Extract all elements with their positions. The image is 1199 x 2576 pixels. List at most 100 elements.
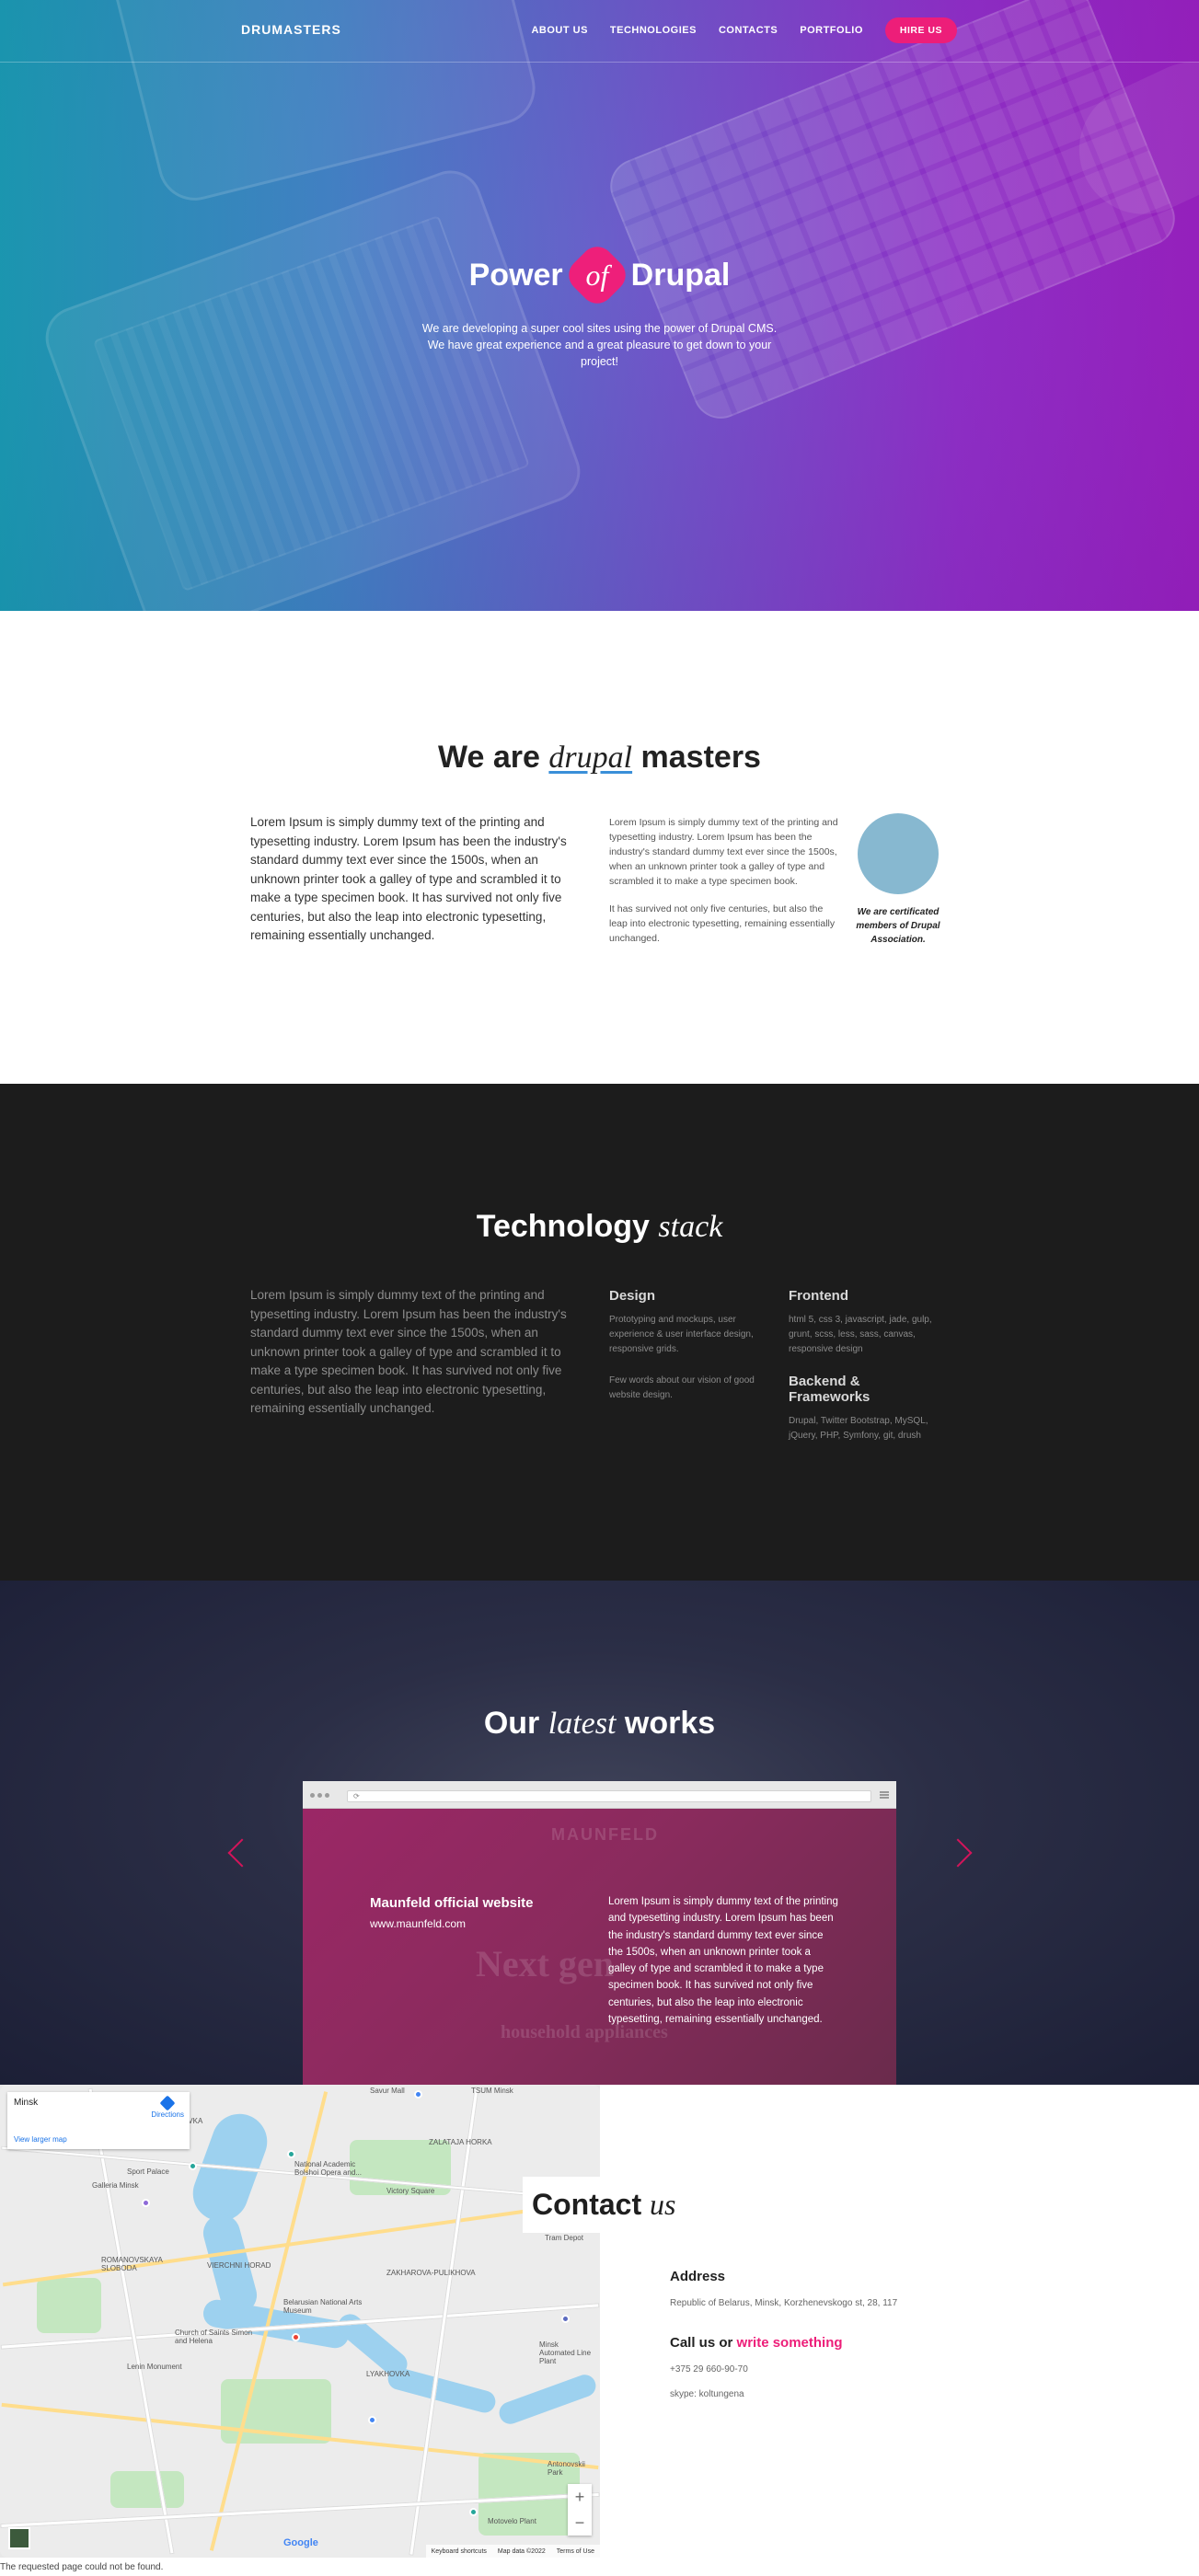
about-title-em: drupal [548,741,633,775]
works-title-em: latest [548,1707,617,1741]
about-paragraph-2: It has survived not only five centuries,… [609,903,836,944]
about-section: We are drupal masters Lorem Ipsum is sim… [0,611,1199,1084]
carousel-prev-icon[interactable] [227,1838,257,1868]
frontend-heading: Frontend [789,1288,848,1304]
map-pin-icon[interactable] [142,2199,150,2207]
nav-contacts[interactable]: CONTACTS [719,25,778,36]
phone-number[interactable]: +375 29 660-90-70 [670,2364,748,2375]
hero-title-of: of [585,258,609,292]
map-label: ZAKHAROVA-PULIKHOVA [386,2269,476,2277]
project-name: Maunfeld official website [370,1895,534,1911]
hero-subtitle: We are developing a super cool sites usi… [421,322,778,368]
about-paragraph-1: Lorem Ipsum is simply dummy text of the … [609,817,838,887]
map-label: Church of Saints Simon and Helena [175,2329,253,2345]
about-title-post: masters [640,740,761,775]
about-lead-text: Lorem Ipsum is simply dummy text of the … [250,815,567,942]
map-label: Galleria Minsk [92,2181,139,2190]
google-logo: Google [283,2537,318,2548]
nav-about-us[interactable]: ABOUT US [531,25,587,36]
hire-us-button[interactable]: HIRE US [884,17,957,43]
map-label: National Academic Bolshoi Opera and... [294,2160,362,2177]
call-heading-pre: Call us or [670,2335,733,2351]
map-label: ZALATAJA HORKA [429,2138,492,2146]
directions-icon [159,2095,176,2111]
map-satellite-toggle[interactable] [8,2527,30,2549]
google-map[interactable]: STOROZHEVKA Sport Palace Galleria Minsk … [0,2085,600,2558]
map-label: Minsk Automated Line Plant [539,2340,592,2365]
browser-menu-icon [880,1791,889,1793]
map-data-text: Map data ©2022 [497,2547,546,2555]
drupal-association-badge [858,813,939,894]
certification-caption: We are certificated members of Drupal As… [856,907,940,945]
browser-toolbar: ⟳ [303,1781,896,1809]
screenshot-heading: Next gen [476,1943,614,1984]
reload-icon: ⟳ [353,1792,360,1800]
site-logo[interactable]: DRUMASTERS [241,22,341,37]
terms-link[interactable]: Terms of Use [557,2548,594,2555]
tech-lead-text: Lorem Ipsum is simply dummy text of the … [250,1288,567,1415]
about-details: Lorem Ipsum is simply dummy text of the … [609,815,839,959]
browser-address-bar: ⟳ [347,1790,871,1802]
hero-title-drupal: Drupal [630,257,731,293]
map-pin-icon[interactable] [414,2090,422,2099]
design-heading: Design [609,1288,656,1304]
zoom-in-icon[interactable]: + [568,2484,592,2510]
map-place-name: Minsk [14,2098,39,2108]
contact-title-pre: Contact [532,2188,642,2221]
call-heading: Call us or write something [670,2335,843,2351]
map-pin-icon[interactable] [189,2162,197,2170]
works-title-post: works [624,1706,716,1741]
skype-contact[interactable]: skype: koltungena [670,2389,744,2399]
contact-section: STOROZHEVKA Sport Palace Galleria Minsk … [0,2085,1199,2576]
map-pin-icon[interactable] [287,2150,295,2158]
directions-label: Directions [151,2110,184,2119]
map-label: Lenin Monument [127,2363,182,2371]
of-badge: of [561,239,632,311]
hero-section: DRUMASTERS ABOUT US TECHNOLOGIES CONTACT… [0,0,1199,611]
map-pin-icon[interactable] [469,2508,478,2516]
design-text-1: Prototyping and mockups, user experience… [609,1315,754,1354]
map-label: Antonovskii Park [548,2460,585,2477]
nav-portfolio[interactable]: PORTFOLIO [800,25,863,36]
write-something-link[interactable]: write something [737,2335,843,2351]
map-attribution: Keyboard shortcuts Map data ©2022 Terms … [425,2545,600,2558]
project-browser-mockup: ⟳ MAUNFELD Next gen household appliances… [303,1781,896,2085]
map-label: Savur Mall [370,2087,405,2095]
works-section: Our latest works ⟳ MAUNFELD Next gen hou… [0,1581,1199,2085]
map-pin-icon[interactable] [368,2416,376,2424]
works-title: Our latest works [0,1706,1199,1742]
window-dots-icon [310,1793,329,1798]
directions-button[interactable]: Directions [151,2095,184,2119]
map-label: LYAKHOVKA [366,2370,410,2378]
top-navigation: DRUMASTERS ABOUT US TECHNOLOGIES CONTACT… [0,0,1199,63]
project-url[interactable]: www.maunfeld.com [370,1917,466,1930]
hero-title: Power of Drupal [0,239,1199,311]
tech-title-em: stack [658,1210,723,1244]
contact-title: Contact us [523,2177,685,2233]
about-title: We are drupal masters [0,740,1199,776]
tech-title-pre: Technology [476,1209,650,1244]
main-menu: ABOUT US TECHNOLOGIES CONTACTS PORTFOLIO… [509,17,957,43]
map-label: Victory Square [386,2187,435,2195]
map-label: TSUM Minsk [471,2087,513,2095]
view-larger-map-link[interactable]: View larger map [14,2135,67,2144]
keyboard-shortcuts-link[interactable]: Keyboard shortcuts [432,2548,487,2555]
map-pin-icon[interactable] [292,2333,300,2341]
map-pin-icon[interactable] [561,2315,570,2323]
map-label: Motovelo Plant [488,2517,536,2525]
map-zoom-control: + − [568,2484,592,2536]
nav-technologies[interactable]: TECHNOLOGIES [610,25,697,36]
map-label: ROMANOVSKAYA SLOBODA [101,2256,163,2272]
zoom-out-icon[interactable]: − [568,2510,592,2536]
screenshot-logo: MAUNFELD [551,1825,659,1844]
project-description: Lorem Ipsum is simply dummy text of the … [608,1896,838,2026]
works-title-pre: Our [483,1706,540,1741]
contact-title-em: us [650,2188,676,2221]
design-text-2: Few words about our vision of good websi… [609,1375,755,1400]
project-screenshot[interactable]: MAUNFELD Next gen household appliances M… [303,1809,896,2085]
backend-heading: Backend & Frameworks [789,1374,870,1405]
carousel-next-icon[interactable] [943,1838,973,1868]
address-heading: Address [670,2269,726,2284]
frontend-column: Frontend html 5, css 3, javascript, jade… [789,1288,945,1460]
design-column: Design Prototyping and mockups, user exp… [609,1288,766,1420]
